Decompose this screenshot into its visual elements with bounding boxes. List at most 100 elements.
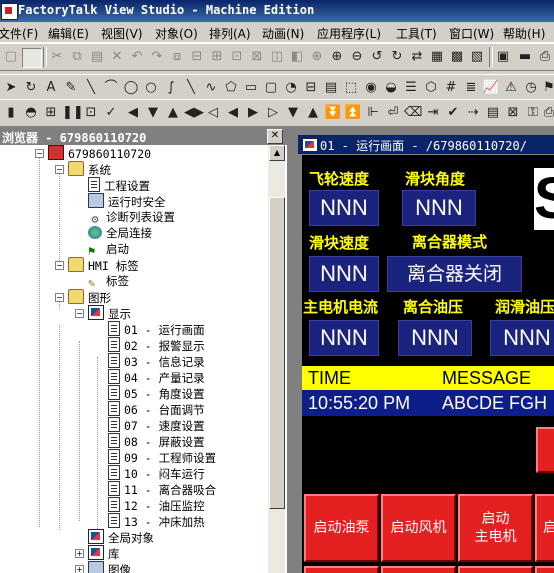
button-icon[interactable]: ⬚ (342, 79, 360, 97)
tree-item[interactable]: 工程设置 (88, 177, 150, 193)
flip-icon[interactable]: ⇄ (408, 48, 426, 66)
collapse-toggle[interactable]: − (75, 309, 84, 318)
delete-icon[interactable]: ✕ (108, 48, 126, 66)
tree-display-item[interactable]: 02 - 报警显示 (108, 337, 205, 353)
align-left-icon[interactable]: ⊟ (188, 48, 206, 66)
menu-application[interactable]: 应用程序(L) (317, 25, 381, 42)
tree-display-item[interactable]: 06 - 台面调节 (108, 401, 205, 417)
menu-tools[interactable]: 工具(T) (396, 25, 437, 42)
tree-root[interactable]: 679860110720 (48, 145, 151, 161)
rectangle-icon[interactable]: ▭ (242, 79, 260, 97)
motor-current-value[interactable]: NNN (309, 320, 379, 356)
up-icon[interactable]: ▲ (304, 104, 322, 122)
bottom-button[interactable] (458, 566, 533, 573)
tree-display-item[interactable]: 08 - 屏蔽设置 (108, 433, 205, 449)
list-icon[interactable]: ☰ (402, 79, 420, 97)
properties-icon[interactable]: ▦ (428, 48, 446, 66)
cut-icon[interactable]: ✂ (48, 48, 66, 66)
scroll-up-icon[interactable]: ▲ (269, 145, 285, 161)
tree-item[interactable]: 全局连接 (88, 225, 152, 241)
paste-icon[interactable]: ▤ (88, 48, 106, 66)
clutch-oil-value[interactable]: NNN (398, 320, 472, 356)
tree-global-objects[interactable]: 全局对象 (88, 529, 154, 545)
start-fan-button[interactable]: 启动风机 (381, 494, 456, 562)
tree-display-item[interactable]: 01 - 运行画面 (108, 321, 205, 337)
goto-icon[interactable]: ⇢ (464, 104, 482, 122)
select-icon[interactable]: ➤ (2, 79, 20, 97)
display-list-icon[interactable]: ▤ (484, 104, 502, 122)
circle-icon[interactable]: ◯ (122, 79, 140, 97)
tile-icon[interactable]: ▧ (468, 48, 486, 66)
diag-line-icon[interactable]: ╲ (182, 79, 200, 97)
backspace-icon[interactable]: ⌫ (404, 104, 422, 122)
tree-display-item[interactable]: 09 - 工程师设置 (108, 449, 216, 465)
round-rect-icon[interactable]: ▢ (262, 79, 280, 97)
panel-icon[interactable]: ⊟ (302, 79, 320, 97)
text-tool-icon[interactable]: A (42, 79, 60, 97)
start-pump-button[interactable]: 启动油泵 (304, 494, 379, 562)
image-icon[interactable]: ▤ (322, 79, 340, 97)
pause-icon[interactable]: ❚❚ (62, 104, 84, 122)
numeric-icon[interactable]: # (442, 79, 460, 97)
tree-item[interactable]: ⚑ 启动 (88, 241, 129, 258)
menu-edit[interactable]: 编辑(E) (48, 25, 89, 42)
test-display-icon[interactable]: ▣ (494, 48, 512, 66)
ack-icon[interactable]: ✔ (444, 104, 462, 122)
ungroup-icon[interactable]: ⊠ (248, 48, 266, 66)
zoom-in-icon[interactable]: ⊕ (328, 48, 346, 66)
rotate-tool-icon[interactable]: ↻ (22, 79, 40, 97)
shape-icon[interactable]: ⬡ (422, 79, 440, 97)
tree-hmi-tags[interactable]: HMI 标签 (68, 257, 139, 273)
tree-item[interactable]: 运行时安全 (88, 193, 166, 209)
curve-icon[interactable]: ∫ (162, 79, 180, 97)
bottom-button[interactable] (304, 566, 379, 573)
expand-toggle[interactable]: + (75, 565, 84, 573)
explorer-scrollbar[interactable]: ▲ (268, 145, 285, 573)
double-arrow-icon[interactable]: ◀▶ (184, 104, 204, 122)
rotate-right-icon[interactable]: ↻ (388, 48, 406, 66)
tree-display-item[interactable]: 05 - 角度设置 (108, 385, 205, 401)
alarm-banner-icon[interactable]: ⚠ (502, 79, 520, 97)
polygon-icon[interactable]: ⬠ (222, 79, 240, 97)
polyline-icon[interactable]: ∿ (202, 79, 220, 97)
more-icon[interactable]: ⚑ (540, 79, 554, 97)
pen-icon[interactable]: ✓ (102, 104, 120, 122)
bring-front-icon[interactable]: ◫ (268, 48, 286, 66)
collapse-toggle[interactable]: − (55, 165, 64, 174)
slider-angle-value[interactable]: NNN (402, 190, 476, 226)
duplicate-icon[interactable]: ⧈ (168, 48, 186, 66)
indicator-icon[interactable]: ◉ (362, 79, 380, 97)
start-partial-button[interactable]: 启 (535, 494, 554, 562)
undo-icon[interactable]: ↶ (128, 48, 146, 66)
page-down-icon[interactable]: ⏬ (324, 104, 342, 122)
menu-arrange[interactable]: 排列(A) (209, 25, 251, 42)
send-back-icon[interactable]: ◧ (288, 48, 306, 66)
scale-icon[interactable]: ⊞ (42, 104, 60, 122)
tree-display-item[interactable]: 11 - 离合器吸合 (108, 481, 216, 497)
tree-display-item[interactable]: 07 - 速度设置 (108, 417, 205, 433)
tree-item[interactable]: ⚙ 诊断列表设置 (88, 209, 175, 226)
rotate-left-icon[interactable]: ↺ (368, 48, 386, 66)
print-display-icon[interactable]: ⎙ (540, 104, 554, 122)
close-icon[interactable]: ✕ (267, 129, 283, 144)
collapse-toggle[interactable]: − (55, 261, 64, 270)
close-display-icon[interactable]: ⊠ (504, 104, 522, 122)
right-solid-icon[interactable]: ▶ (244, 104, 262, 122)
zoom-fit-icon[interactable]: ⊕ (308, 48, 326, 66)
align-center-icon[interactable]: ⊞ (208, 48, 226, 66)
menu-help[interactable]: 帮助(H) (503, 25, 545, 42)
group-icon[interactable]: ⊡ (228, 48, 246, 66)
tree-display-item[interactable]: 12 - 油压监控 (108, 497, 205, 513)
new-icon[interactable]: ▢ (2, 48, 20, 66)
save-icon[interactable]: ▬ (516, 48, 534, 66)
down-icon[interactable]: ▼ (284, 104, 302, 122)
line-icon[interactable]: ╲ (82, 79, 100, 97)
zoom-out-icon[interactable]: ⊖ (348, 48, 366, 66)
arrow-up-bar-icon[interactable]: ▲ (164, 104, 182, 122)
tree-system[interactable]: 系统 (68, 161, 111, 177)
trend-obj-icon[interactable]: ⊡ (82, 104, 100, 122)
print-icon[interactable]: ⎙ (536, 48, 554, 66)
collapse-toggle[interactable]: − (55, 293, 64, 302)
tree-display-item[interactable]: 04 - 产量记录 (108, 369, 205, 385)
wedge-icon[interactable]: ◔ (282, 79, 300, 97)
